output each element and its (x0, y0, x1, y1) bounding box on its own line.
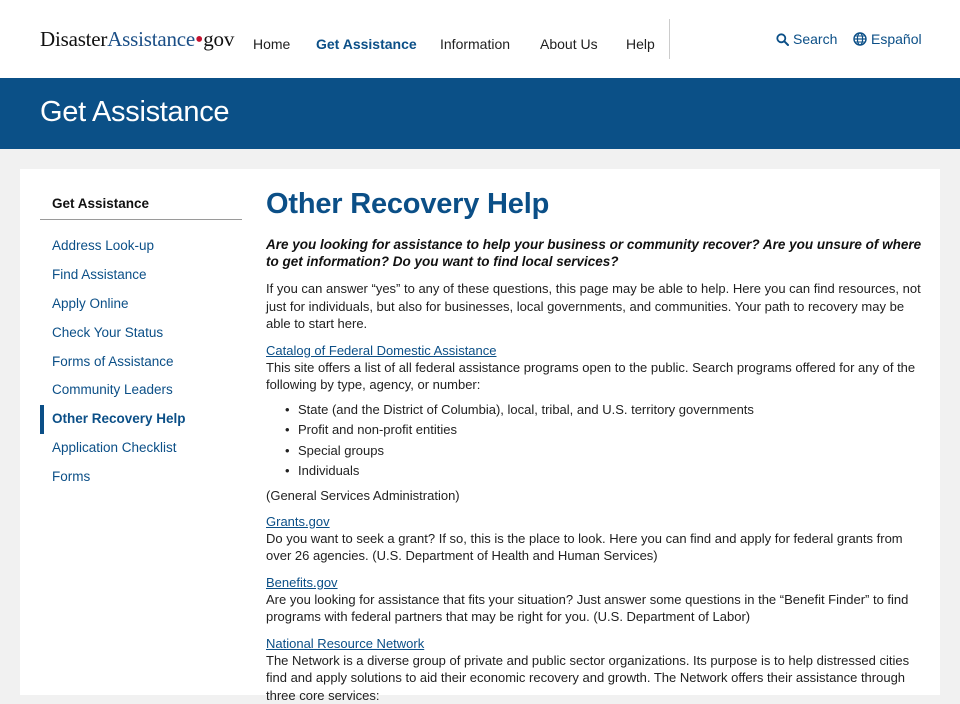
sidenav-title: Get Assistance (52, 196, 149, 211)
resource-link-nrn[interactable]: National Resource Network (266, 635, 922, 652)
intro-text: Are you looking for assistance to help y… (266, 236, 922, 270)
nav-information[interactable]: Information (440, 36, 510, 52)
list-item: Individuals (298, 461, 922, 482)
resource-desc-benefits: Are you looking for assistance that fits… (266, 591, 922, 626)
logo-text-gov: gov (203, 27, 234, 51)
sidenav: Address Look-up Find Assistance Apply On… (40, 232, 242, 492)
resource-source-cfda: (General Services Administration) (266, 487, 922, 504)
nav-help[interactable]: Help (626, 36, 655, 52)
list-item: Special groups (298, 441, 922, 462)
resource-link-grants[interactable]: Grants.gov (266, 513, 922, 530)
body-text: If you can answer “yes” to any of these … (266, 280, 922, 333)
resource-desc-cfda: This site offers a list of all federal a… (266, 359, 922, 394)
site-header: DisasterAssistance•gov Home Get Assistan… (0, 0, 960, 78)
sidenav-item-address-lookup[interactable]: Address Look-up (40, 232, 242, 261)
list-item: State (and the District of Columbia), lo… (298, 400, 922, 421)
globe-icon (853, 32, 867, 46)
sidenav-item-community-leaders[interactable]: Community Leaders (40, 376, 242, 405)
banner-title: Get Assistance (40, 96, 229, 129)
resource-desc-grants: Do you want to seek a grant? If so, this… (266, 530, 922, 565)
resource-link-cfda[interactable]: Catalog of Federal Domestic Assistance (266, 342, 922, 359)
nav-home[interactable]: Home (253, 36, 290, 52)
sidenav-item-check-status[interactable]: Check Your Status (40, 319, 242, 348)
nav-about-us[interactable]: About Us (540, 36, 598, 52)
resource-desc-nrn: The Network is a diverse group of privat… (266, 652, 922, 704)
resource-link-benefits[interactable]: Benefits.gov (266, 574, 922, 591)
sidenav-item-forms-of-assistance[interactable]: Forms of Assistance (40, 348, 242, 377)
logo-text-disaster: Disaster (40, 27, 107, 51)
sidenav-item-find-assistance[interactable]: Find Assistance (40, 261, 242, 290)
magnifier-icon (776, 33, 789, 46)
logo-text-assistance: Assistance (107, 27, 195, 51)
cfda-bullet-list: State (and the District of Columbia), lo… (266, 400, 922, 482)
nav-get-assistance[interactable]: Get Assistance (316, 36, 417, 52)
main-content: Other Recovery Help Are you looking for … (266, 186, 922, 704)
sidenav-divider (40, 219, 242, 220)
logo-dot: • (195, 27, 203, 53)
language-label: Español (871, 31, 922, 47)
sidenav-item-forms[interactable]: Forms (40, 463, 242, 492)
sidenav-item-apply-online[interactable]: Apply Online (40, 290, 242, 319)
list-item: Profit and non-profit entities (298, 420, 922, 441)
nav-divider (669, 19, 670, 59)
page-banner: Get Assistance (0, 78, 960, 149)
site-logo[interactable]: DisasterAssistance•gov (40, 27, 234, 52)
page-title: Other Recovery Help (266, 186, 922, 222)
sidenav-item-other-recovery-help[interactable]: Other Recovery Help (40, 405, 242, 434)
language-link[interactable]: Español (853, 31, 922, 47)
search-label: Search (793, 31, 837, 47)
search-link[interactable]: Search (776, 31, 837, 47)
sidenav-item-application-checklist[interactable]: Application Checklist (40, 434, 242, 463)
